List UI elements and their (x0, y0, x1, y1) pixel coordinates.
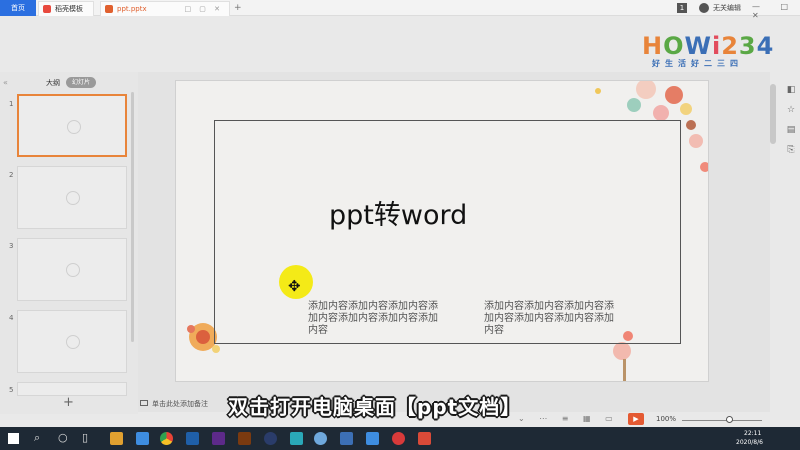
photoshop-icon[interactable] (186, 432, 199, 445)
cinema4d-icon[interactable] (264, 432, 277, 445)
clock-date[interactable]: 2020/8/6 (736, 439, 763, 446)
status-bar: ⌄ ⋯ ≡ ▦ ▭ ▶ 100% (514, 413, 800, 427)
slide-canvas[interactable]: ppt转word 添加内容添加内容添加内容添加内容添加内容添加内容添加内容 添加… (175, 80, 709, 382)
slide-number: 2 (9, 171, 14, 179)
brand-logo: HOWi234 好生活好二三四 (642, 32, 774, 70)
app-icon[interactable] (314, 432, 327, 445)
avatar[interactable] (699, 3, 709, 13)
slide-number: 1 (9, 100, 14, 108)
task-view-icon[interactable]: ▯ (82, 431, 88, 444)
image-placeholder-icon (66, 191, 80, 205)
zoom-slider-handle[interactable] (726, 416, 733, 423)
tab-bar: 首页 稻壳模板 ppt.pptx □ ▢ ✕ + 1 无关编辑 — □ ✕ (0, 0, 800, 20)
tab-tools-icons[interactable]: □ ▢ ✕ (184, 2, 223, 16)
tab-templates-label: 稻壳模板 (55, 5, 83, 13)
file-explorer-icon[interactable] (110, 432, 123, 445)
slide-thumbnail-2[interactable] (17, 166, 127, 229)
wps-icon[interactable] (418, 432, 431, 445)
chrome-icon[interactable] (160, 432, 173, 445)
panel-scrollbar[interactable] (131, 92, 134, 342)
illustrator-icon[interactable] (238, 432, 251, 445)
notes-placeholder[interactable]: 单击此处添加备注 (152, 399, 208, 409)
user-name[interactable]: 无关编辑 (713, 3, 741, 13)
search-icon[interactable]: ⌕ (34, 431, 40, 445)
slide-number: 5 (9, 386, 14, 394)
windows-start-icon[interactable] (8, 433, 19, 444)
slide-thumbnail-3[interactable] (17, 238, 127, 301)
zoom-slider[interactable] (682, 420, 762, 421)
phone-icon[interactable] (366, 432, 379, 445)
premiere-icon[interactable] (212, 432, 225, 445)
tab-document-label: ppt.pptx (117, 5, 147, 13)
image-placeholder-icon (67, 120, 81, 134)
tab-slides[interactable]: 幻灯片 (66, 77, 96, 88)
new-tab-button[interactable]: + (234, 1, 242, 15)
image-placeholder-icon (66, 263, 80, 277)
window-controls[interactable]: — □ ✕ (752, 2, 800, 20)
templates-icon (43, 5, 51, 13)
right-toolbar: ◧ ☆ ▤ ⎘ (784, 85, 798, 165)
slide-thumbnail-5[interactable] (17, 382, 127, 396)
zoom-level[interactable]: 100% (656, 415, 676, 423)
left-content-placeholder[interactable]: 添加内容添加内容添加内容添加内容添加内容添加内容添加内容 (308, 301, 438, 337)
panel-icon[interactable]: ◧ (784, 85, 798, 105)
tab-templates[interactable]: 稻壳模板 (38, 1, 94, 16)
clock-time[interactable]: 22:11 (744, 430, 761, 437)
canvas-scrollbar[interactable] (770, 84, 776, 144)
presentation-icon (105, 5, 113, 13)
tab-home[interactable]: 首页 (0, 0, 36, 16)
slide-number: 4 (9, 314, 14, 322)
app-icon[interactable] (290, 432, 303, 445)
image-placeholder-icon (66, 335, 80, 349)
logo-text: HOWi234 (642, 32, 775, 60)
slide-title[interactable]: ppt转word (329, 193, 467, 232)
app-icon[interactable] (136, 432, 149, 445)
view-mode-icons[interactable]: ⌄ ⋯ ≡ ▦ ▭ (518, 414, 619, 423)
add-slide-button[interactable]: + (63, 396, 74, 409)
right-content-placeholder[interactable]: 添加内容添加内容添加内容添加内容添加内容添加内容添加内容 (484, 301, 614, 337)
favorite-icon[interactable]: ☆ (784, 105, 798, 125)
tab-outline[interactable]: 大纲 (46, 78, 60, 88)
video-subtitle: 双击打开电脑桌面【ppt文档】 (228, 395, 522, 419)
slide-thumbnail-4[interactable] (17, 310, 127, 373)
slide-thumbnail-1[interactable] (17, 94, 127, 157)
taskbar: ⌕ ○ ▯ 22:11 2020/8/6 (0, 427, 800, 450)
app-icon[interactable] (340, 432, 353, 445)
notes-icon (140, 400, 148, 406)
cortana-icon[interactable]: ○ (58, 431, 68, 444)
logo-slogan: 好生活好二三四 (652, 59, 743, 68)
play-slideshow-button[interactable]: ▶ (628, 413, 644, 425)
tab-document[interactable]: ppt.pptx □ ▢ ✕ (100, 1, 230, 16)
slide-number: 3 (9, 242, 14, 250)
notification-badge[interactable]: 1 (677, 3, 687, 13)
copy-icon[interactable]: ⎘ (784, 145, 798, 165)
collapse-panel-icon[interactable]: « (3, 78, 8, 87)
layout-icon[interactable]: ▤ (784, 125, 798, 145)
record-icon[interactable] (392, 432, 405, 445)
slide-panel: « 大纲 幻灯片 1 2 3 4 5 + (0, 72, 138, 414)
move-cursor-icon: ✥ (288, 277, 301, 295)
